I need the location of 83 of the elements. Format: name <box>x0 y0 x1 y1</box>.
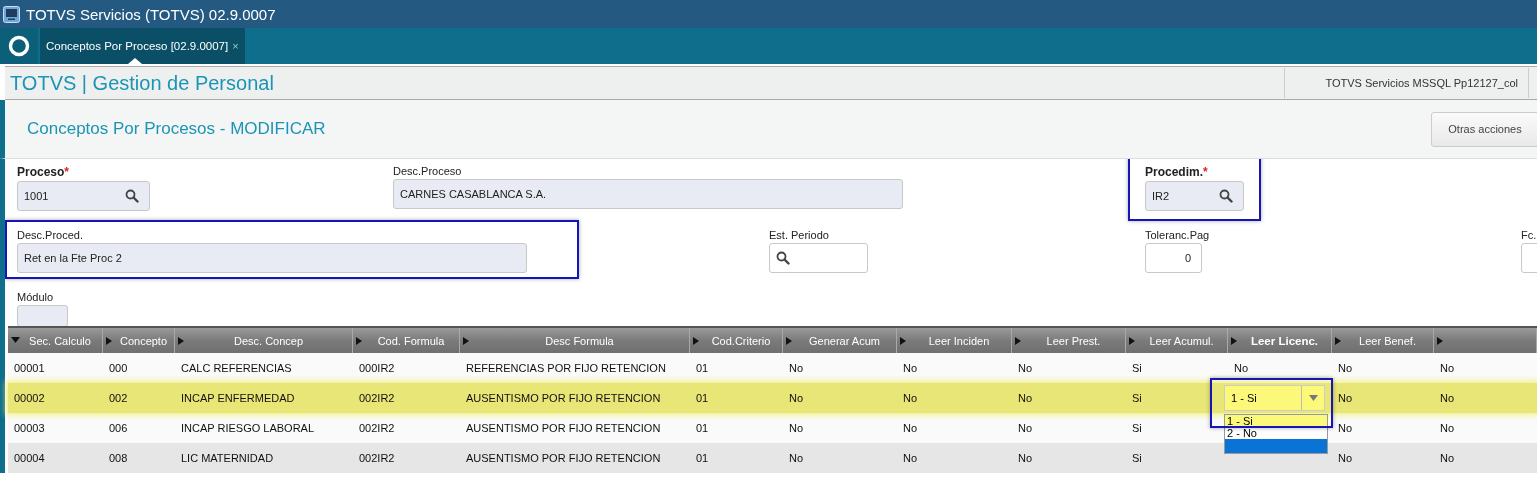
field-label: Módulo <box>17 291 54 303</box>
field-label: Procedim.* <box>1145 165 1208 179</box>
table-cell: 008 <box>109 452 128 464</box>
table-cell: 000 <box>109 362 128 374</box>
table-cell: No <box>1018 362 1033 374</box>
table-cell: No <box>903 452 918 464</box>
table-cell: Si <box>1132 392 1142 404</box>
table-cell: No <box>789 392 804 404</box>
field-label: Fc. <box>1521 229 1537 241</box>
table-cell: No <box>903 362 918 374</box>
table-cell: 002IR2 <box>359 422 395 434</box>
dropdown-list[interactable]: 1 - Si 2 - No <box>1224 414 1328 454</box>
table-cell: Si <box>1132 362 1142 374</box>
search-icon[interactable] <box>125 189 139 203</box>
table-cell: No <box>903 422 918 434</box>
table-cell: REFERENCIAS POR FIJO RETENCION <box>466 362 666 374</box>
table-cell: No <box>1338 392 1353 404</box>
field-label: Toleranc.Pag <box>1145 229 1210 241</box>
table-cell: INCAP RIESGO LABORAL <box>181 422 315 434</box>
table-cell: 002IR2 <box>359 392 395 404</box>
table-cell: No <box>789 452 804 464</box>
table-cell: 006 <box>109 422 128 434</box>
table-cell: 00001 <box>14 362 45 374</box>
table-cell: No <box>903 392 918 404</box>
field-label: Desc.Proceso <box>393 165 462 177</box>
table-cell: 002IR2 <box>359 452 395 464</box>
table-cell: No <box>1440 362 1455 374</box>
table-cell: No <box>1440 422 1455 434</box>
table-cell: No <box>1440 392 1455 404</box>
number-field[interactable]: 0 <box>1145 243 1202 273</box>
table-cell: 01 <box>696 452 709 464</box>
table-cell: 00003 <box>14 422 45 434</box>
table-cell: 01 <box>696 392 709 404</box>
app-title: TOTVS | Gestion de Personal <box>9 71 274 95</box>
dropdown-option[interactable]: 1 - Si <box>1225 415 1327 427</box>
text-field[interactable]: Ret en la Fte Proc 2 <box>17 243 527 273</box>
tab[interactable]: Conceptos Por Proceso [02.9.0007] × <box>40 28 245 64</box>
page-title: Conceptos Por Procesos - MODIFICAR <box>26 119 326 139</box>
table-cell: No <box>1018 452 1033 464</box>
table-cell: No <box>789 422 804 434</box>
table-cell: AUSENTISMO POR FIJO RETENCION <box>466 422 661 434</box>
text-field[interactable]: CARNES CASABLANCA S.A. <box>393 179 903 209</box>
table-cell: No <box>1018 392 1033 404</box>
lookup-field[interactable]: IR2 <box>1145 181 1244 211</box>
text-field[interactable] <box>17 305 68 326</box>
table-cell: LIC MATERNIDAD <box>181 452 274 464</box>
caret-icon <box>1308 395 1318 401</box>
table-cell: No <box>1440 452 1455 464</box>
field-label: Desc.Proced. <box>17 229 84 241</box>
monitor-icon <box>3 5 20 23</box>
search-icon[interactable] <box>1219 189 1233 203</box>
lookup-field[interactable]: 1001 <box>17 181 150 211</box>
table-cell: 00002 <box>14 392 45 404</box>
dropdown-option[interactable]: 2 - No <box>1225 427 1327 439</box>
table-cell: 000IR2 <box>359 362 395 374</box>
table-cell: 01 <box>696 422 709 434</box>
table-cell: 01 <box>696 362 709 374</box>
close-button[interactable]: × <box>232 40 239 52</box>
table-cell: No <box>1338 422 1353 434</box>
logo-icon[interactable] <box>8 35 30 57</box>
table-row[interactable]: 00001 000 CALC REFERENCIAS 000IR2 REFERENCIAS POR FIJO RETENCION 01 No No No Si No No No <box>8 353 1537 383</box>
table-row[interactable]: 00004 008 LIC MATERNIDAD 002IR2 AUSENTISMO POR FIJO RETENCION 01 No No No Si No No <box>8 443 1537 473</box>
table-cell: Si <box>1132 452 1142 464</box>
table-cell: INCAP ENFERMEDAD <box>181 392 295 404</box>
table-cell: No <box>1234 362 1249 374</box>
table-cell: CALC REFERENCIAS <box>181 362 292 374</box>
table-cell: AUSENTISMO POR FIJO RETENCION <box>466 452 661 464</box>
window-title: TOTVS Servicios (TOTVS) 02.9.0007 <box>26 5 276 23</box>
action-button[interactable]: Otras acciones <box>1431 111 1537 147</box>
field-label: Est. Periodo <box>769 229 829 241</box>
dropdown-field[interactable]: 1 - Si <box>1224 385 1325 411</box>
table-cell: Si <box>1132 422 1142 434</box>
table-cell: AUSENTISMO POR FIJO RETENCION <box>466 392 661 404</box>
lookup-field[interactable] <box>769 243 868 273</box>
table-cell: No <box>1018 422 1033 434</box>
table-cell: 002 <box>109 392 128 404</box>
search-icon[interactable] <box>776 251 790 265</box>
table-cell: No <box>1338 452 1353 464</box>
environment-label: TOTVS Servicios MSSQL Pp12127_col <box>1284 68 1529 98</box>
table-cell: No <box>1338 362 1353 374</box>
table-cell: No <box>789 362 804 374</box>
field-label: Proceso* <box>17 165 70 179</box>
table-cell: 00004 <box>14 452 45 464</box>
